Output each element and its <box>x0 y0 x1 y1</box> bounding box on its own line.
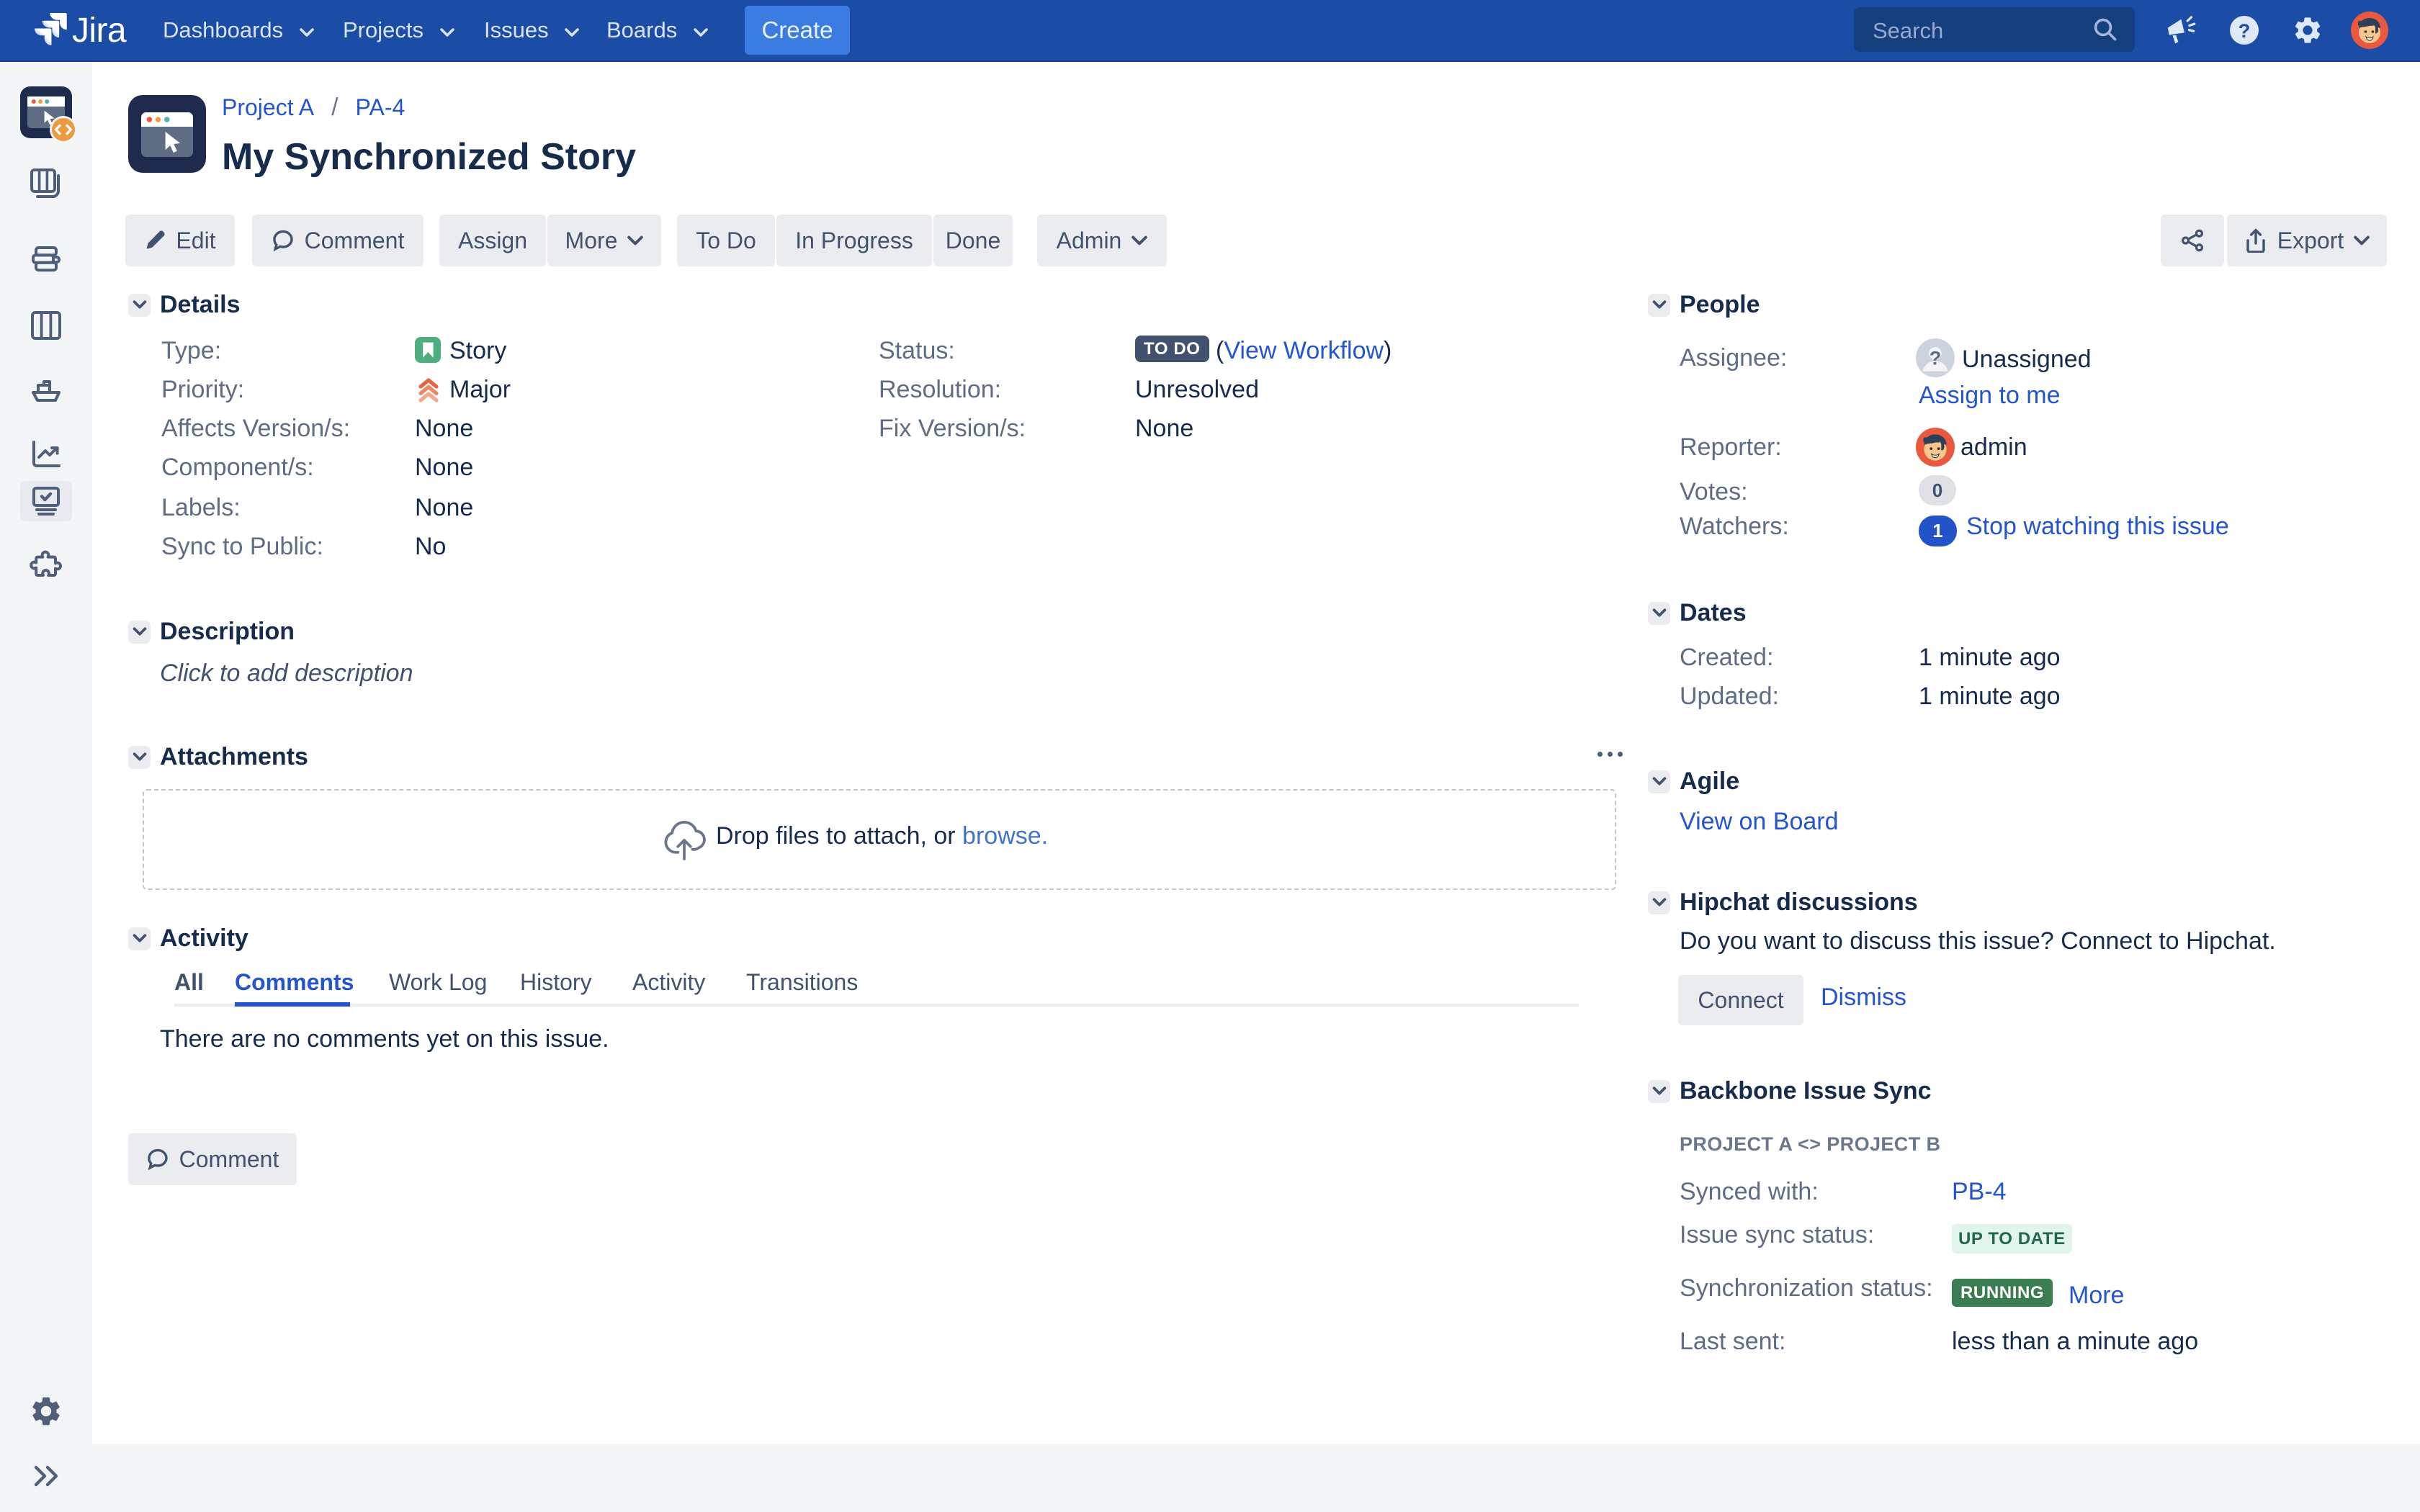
svg-text:?: ? <box>1930 347 1942 369</box>
svg-text:?: ? <box>2238 20 2251 42</box>
